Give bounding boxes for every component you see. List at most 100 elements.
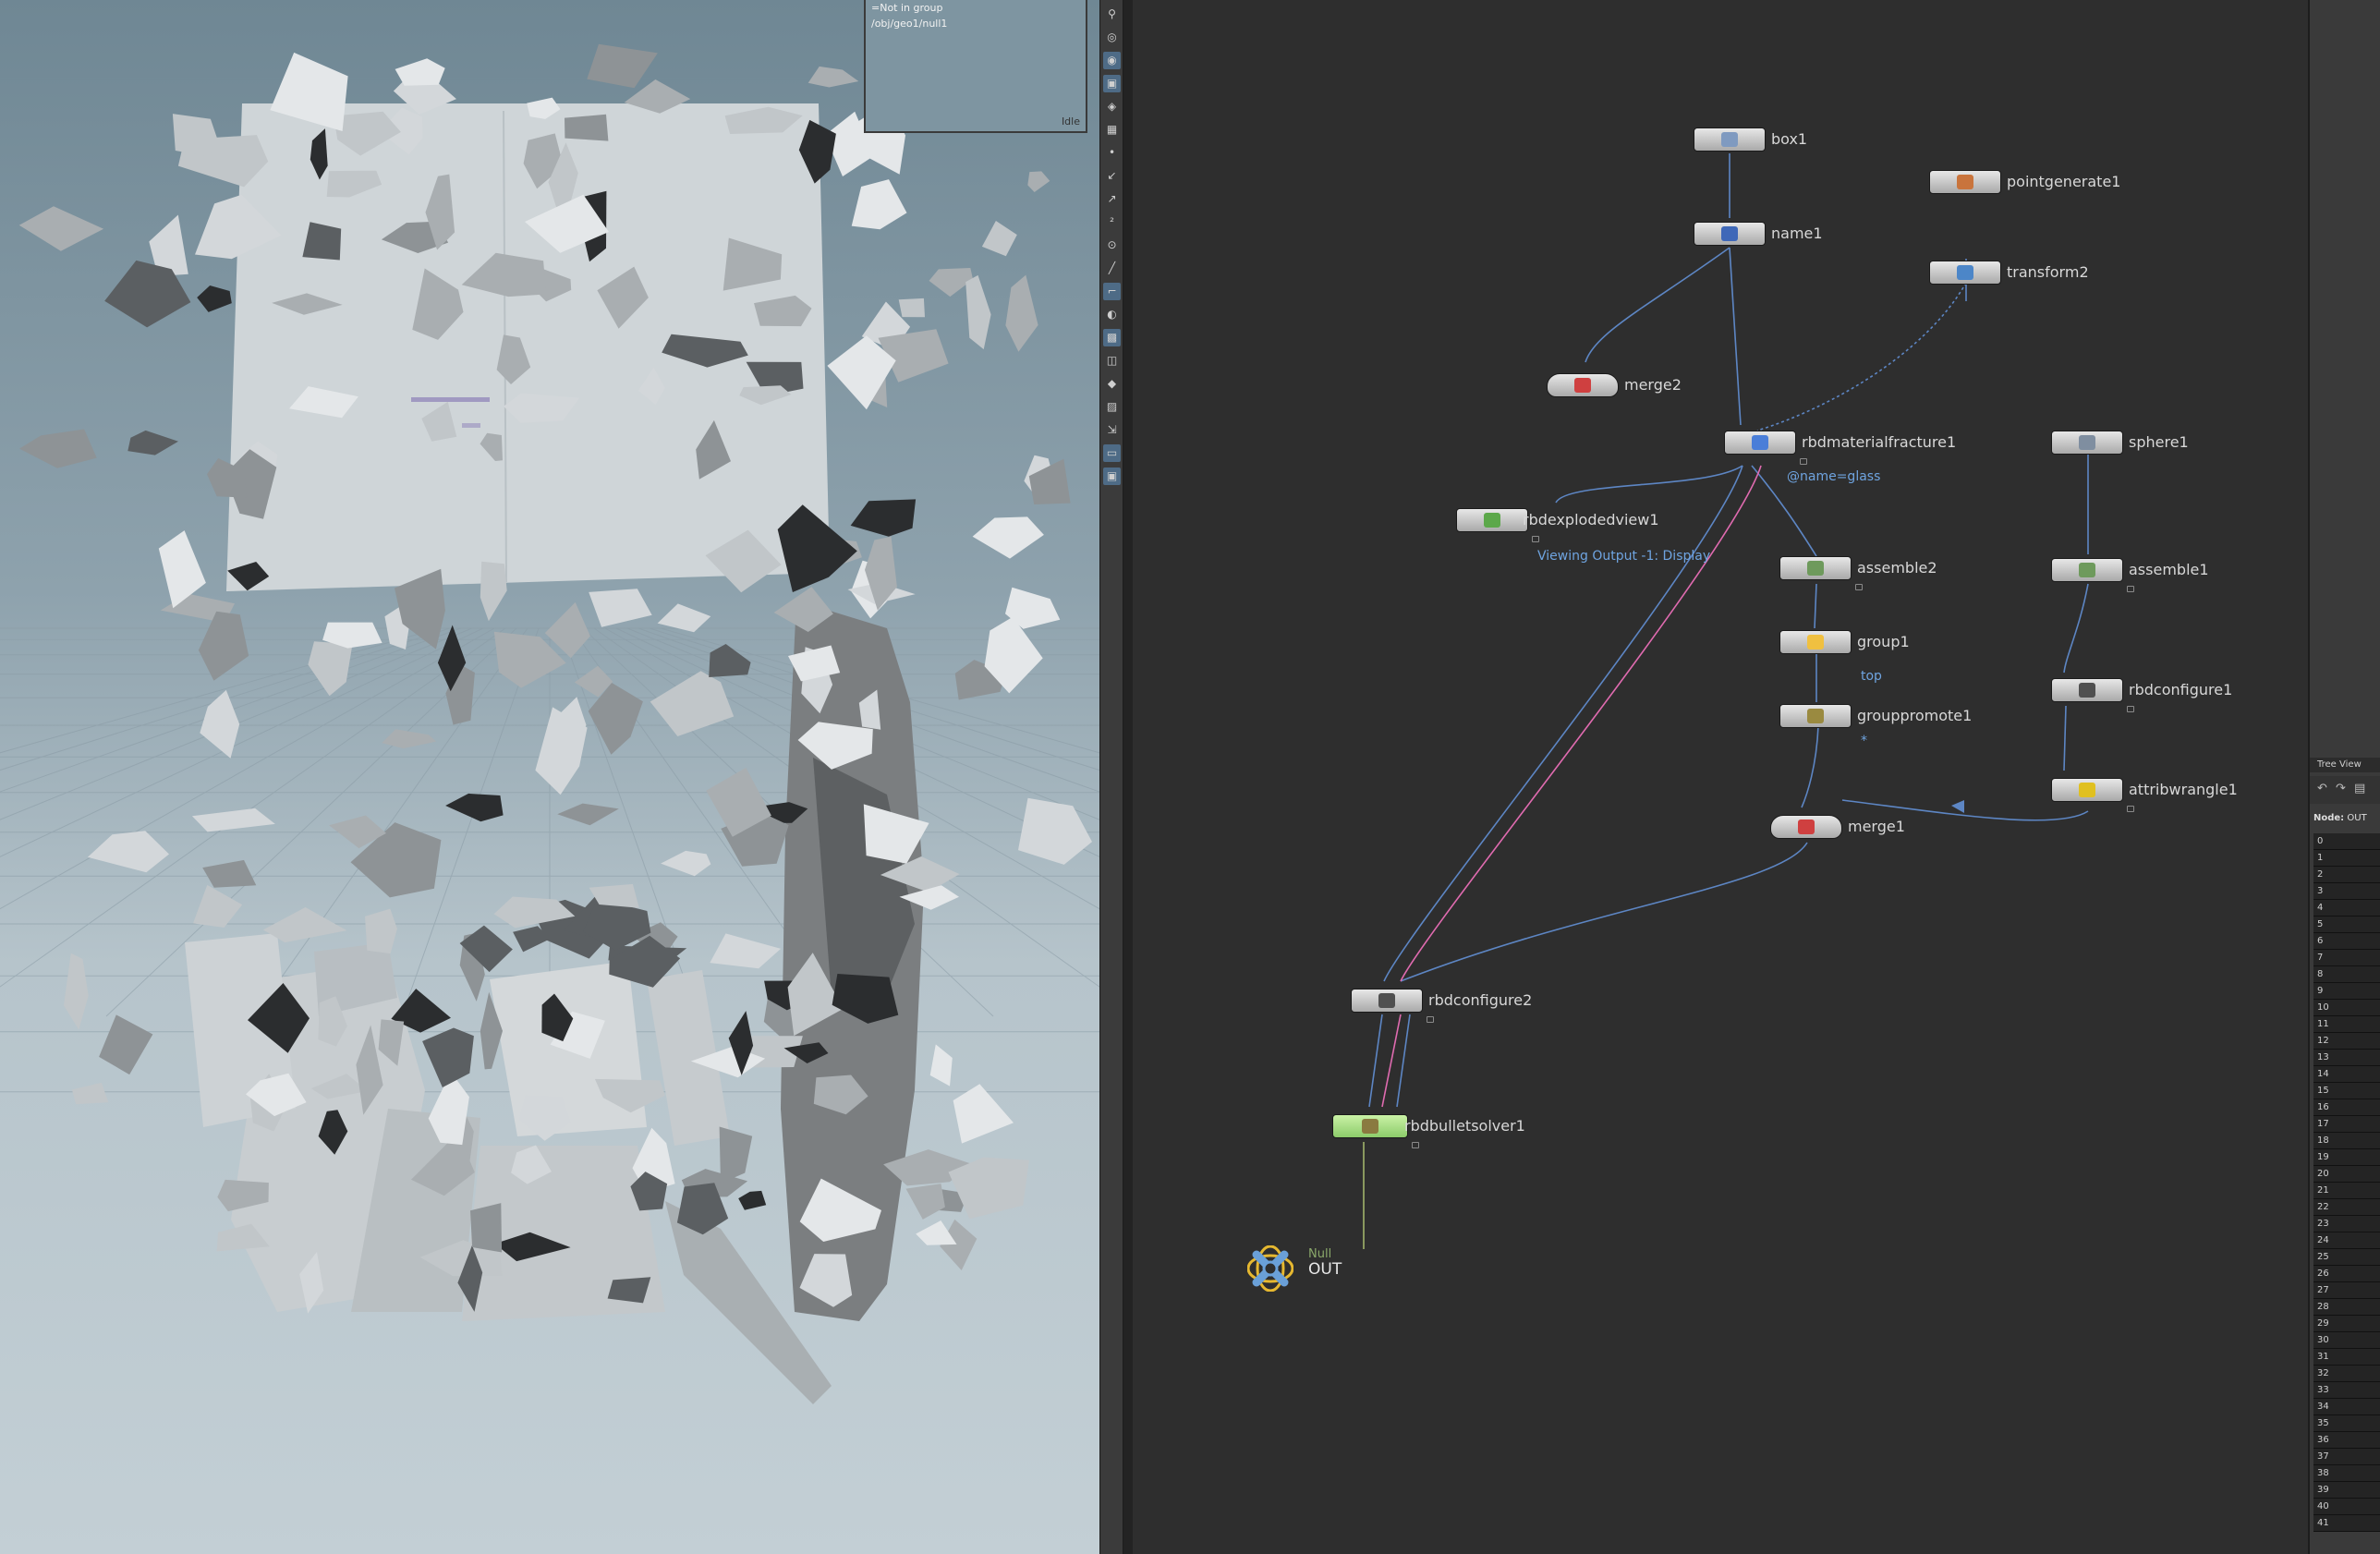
- display-icon[interactable]: ▦: [1103, 121, 1121, 139]
- tree-row[interactable]: 13: [2313, 1050, 2380, 1066]
- tree-row[interactable]: 31: [2313, 1349, 2380, 1366]
- debris-shard: [19, 429, 97, 468]
- tree-row[interactable]: 22: [2313, 1199, 2380, 1216]
- node-box1[interactable]: [1694, 127, 1766, 152]
- tree-row[interactable]: 26: [2313, 1266, 2380, 1282]
- lock-icon[interactable]: [1855, 584, 1863, 590]
- tree-row[interactable]: 39: [2313, 1482, 2380, 1499]
- node-sphere1[interactable]: [2051, 431, 2123, 455]
- tab-tree-view[interactable]: Tree View: [2310, 758, 2380, 772]
- number-icon[interactable]: ²: [1103, 213, 1121, 231]
- tree-row[interactable]: 6: [2313, 933, 2380, 950]
- lock-icon[interactable]: [2127, 806, 2134, 812]
- null-node-out[interactable]: [1246, 1244, 1294, 1293]
- lock-icon[interactable]: [1800, 458, 1807, 465]
- normal-icon[interactable]: ↙: [1103, 167, 1121, 185]
- node-assemble2[interactable]: [1779, 556, 1852, 580]
- scene-viewport[interactable]: =Not in group /obj/geo1/null1 Idle: [0, 0, 1099, 1554]
- filter-icon[interactable]: ▤: [2354, 782, 2365, 795]
- target-icon[interactable]: ◎: [1103, 29, 1121, 46]
- tree-row[interactable]: 28: [2313, 1299, 2380, 1316]
- shading-icon[interactable]: ◫: [1103, 352, 1121, 370]
- tree-row[interactable]: 37: [2313, 1449, 2380, 1465]
- tree-row[interactable]: 33: [2313, 1382, 2380, 1399]
- tree-row[interactable]: 23: [2313, 1216, 2380, 1232]
- tree-row[interactable]: 7: [2313, 950, 2380, 966]
- texture-icon[interactable]: ◆: [1103, 375, 1121, 393]
- visibility-icon[interactable]: ◐: [1103, 306, 1121, 323]
- node-name1[interactable]: [1694, 222, 1766, 246]
- node-transform2[interactable]: [1929, 261, 2001, 285]
- tree-row[interactable]: 12: [2313, 1033, 2380, 1050]
- tree-row[interactable]: 41: [2313, 1515, 2380, 1532]
- node-rbdbulletsolver1[interactable]: [1332, 1114, 1408, 1138]
- tree-row[interactable]: 4: [2313, 900, 2380, 917]
- camera-icon[interactable]: ◉: [1103, 52, 1121, 69]
- tree-row[interactable]: 27: [2313, 1282, 2380, 1299]
- pane-divider[interactable]: [1123, 0, 1133, 1554]
- axis-icon[interactable]: ▨: [1103, 398, 1121, 416]
- tree-row[interactable]: 15: [2313, 1083, 2380, 1099]
- lock-icon[interactable]: [1532, 536, 1539, 542]
- tree-row[interactable]: 34: [2313, 1399, 2380, 1415]
- node-assemble1[interactable]: [2051, 558, 2123, 582]
- tree-row[interactable]: 32: [2313, 1366, 2380, 1382]
- tree-row[interactable]: 11: [2313, 1016, 2380, 1033]
- tree-row[interactable]: 36: [2313, 1432, 2380, 1449]
- tree-row[interactable]: 24: [2313, 1232, 2380, 1249]
- node-label-assemble2: assemble2: [1857, 559, 1937, 577]
- tree-row[interactable]: 8: [2313, 966, 2380, 983]
- scene-icon[interactable]: ▣: [1103, 75, 1121, 92]
- point-icon[interactable]: •: [1103, 144, 1121, 162]
- node-attribwrangle1[interactable]: [2051, 778, 2123, 802]
- tree-row[interactable]: 17: [2313, 1116, 2380, 1133]
- tree-row[interactable]: 18: [2313, 1133, 2380, 1149]
- grid-icon[interactable]: ⇲: [1103, 421, 1121, 439]
- back-arrow-icon[interactable]: ↶: [2317, 782, 2327, 795]
- tree-row[interactable]: 5: [2313, 917, 2380, 933]
- node-rbdconfigure1[interactable]: [2051, 678, 2123, 702]
- node-grouppromote1[interactable]: [1779, 704, 1852, 728]
- node-pointgenerate1[interactable]: [1929, 170, 2001, 194]
- snapshot-icon[interactable]: ▣: [1103, 467, 1121, 485]
- tree-row[interactable]: 40: [2313, 1499, 2380, 1515]
- node-merge2[interactable]: [1547, 373, 1619, 397]
- tree-row[interactable]: 29: [2313, 1316, 2380, 1332]
- tree-row[interactable]: 1: [2313, 850, 2380, 867]
- tree-row[interactable]: 16: [2313, 1099, 2380, 1116]
- background-icon[interactable]: ▭: [1103, 444, 1121, 462]
- lock-icon[interactable]: [1427, 1016, 1434, 1023]
- pin-icon[interactable]: ⚲: [1103, 6, 1121, 23]
- edge-icon[interactable]: ╱: [1103, 260, 1121, 277]
- network-editor[interactable]: box1 name1 pointgenerate1 transform2 merge2 r…: [1133, 0, 2308, 1554]
- tree-row[interactable]: 9: [2313, 983, 2380, 1000]
- node-rbdmaterialfracture1[interactable]: [1724, 431, 1796, 455]
- tree-row[interactable]: 30: [2313, 1332, 2380, 1349]
- node-group1[interactable]: [1779, 630, 1852, 654]
- tree-row[interactable]: 25: [2313, 1249, 2380, 1266]
- node-rbdexplodedview1[interactable]: [1456, 508, 1528, 532]
- primitive-icon[interactable]: ↗: [1103, 190, 1121, 208]
- null-node-icon: [1246, 1244, 1294, 1293]
- tree-row[interactable]: 35: [2313, 1415, 2380, 1432]
- tree-row[interactable]: 38: [2313, 1465, 2380, 1482]
- tree-row[interactable]: 20: [2313, 1166, 2380, 1183]
- tree-row[interactable]: 2: [2313, 867, 2380, 883]
- tree-row[interactable]: 3: [2313, 883, 2380, 900]
- lock-icon[interactable]: [1412, 1142, 1419, 1148]
- tree-row[interactable]: 14: [2313, 1066, 2380, 1083]
- lock-icon[interactable]: [2127, 586, 2134, 592]
- lock-icon[interactable]: [2127, 706, 2134, 712]
- tree-row[interactable]: 19: [2313, 1149, 2380, 1166]
- forward-arrow-icon[interactable]: ↷: [2336, 782, 2346, 795]
- wireframe-icon[interactable]: ▩: [1103, 329, 1121, 346]
- guide-icon[interactable]: ⌐: [1103, 283, 1121, 300]
- node-merge1[interactable]: [1770, 815, 1842, 839]
- ghost-icon[interactable]: ◈: [1103, 98, 1121, 115]
- tree-row[interactable]: 10: [2313, 1000, 2380, 1016]
- tree-view-list[interactable]: 0 1 2 3 4 5 6 7 8 9 10 11 12 13 14 15 16 17 18 19 20 21 22 23 24…: [2313, 833, 2380, 1532]
- node-rbdconfigure2[interactable]: [1351, 989, 1423, 1013]
- vertex-icon[interactable]: ⊙: [1103, 237, 1121, 254]
- tree-row[interactable]: 0: [2313, 833, 2380, 850]
- tree-row[interactable]: 21: [2313, 1183, 2380, 1199]
